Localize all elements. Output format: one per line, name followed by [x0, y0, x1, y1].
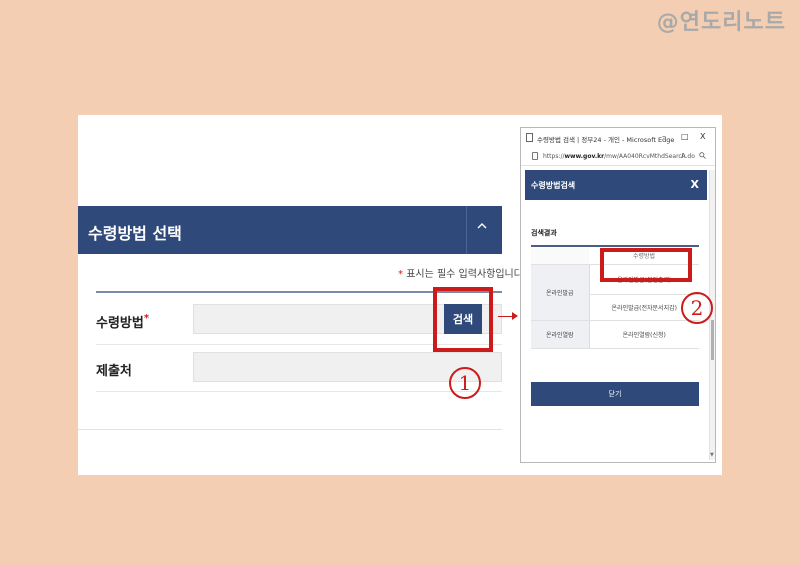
form-section-header[interactable]: 수령방법 선택 — [78, 206, 502, 254]
window-title: 수령방법 검색 | 정부24 - 개인 - Microsoft Edge — [537, 136, 675, 144]
destination-label: 제출처 — [96, 364, 132, 379]
form-bottom-border — [78, 429, 502, 430]
read-aloud-icon[interactable]: A — [681, 152, 686, 160]
url-text: https://www.gov.kr/mw/AA040RcvMthdSearch… — [543, 153, 695, 160]
required-star: * — [398, 269, 403, 280]
category-cell: 온라인발급 — [531, 264, 590, 321]
category-cell: 온라인열람 — [531, 320, 590, 349]
close-button[interactable]: 닫기 — [531, 382, 699, 406]
url-prefix: https:// — [543, 153, 565, 160]
screenshot-canvas: 수령방법 선택 * 표시는 필수 입력사항입니다. 수령방법* 제출처 검색 1… — [78, 115, 722, 475]
zoom-icon[interactable] — [699, 152, 706, 161]
url-host: www.gov.kr — [564, 153, 605, 160]
header-divider — [466, 206, 467, 254]
scroll-down-icon[interactable]: ▼ — [710, 452, 714, 458]
step-marker-1: 1 — [449, 367, 481, 399]
row-separator — [96, 391, 502, 392]
step-marker-2: 2 — [681, 292, 713, 324]
watermark: @연도리노트 — [656, 10, 786, 35]
table-row: 온라인열람 온라인열람(신청) — [531, 320, 699, 349]
close-icon[interactable]: X — [691, 178, 699, 191]
highlight-box-search — [433, 287, 493, 352]
receipt-method-label-text: 수령방법 — [96, 316, 144, 331]
scrollbar-thumb[interactable] — [711, 320, 714, 360]
receipt-method-label: 수령방법* — [96, 312, 149, 331]
window-close-button[interactable]: X — [700, 132, 705, 141]
document-icon — [526, 133, 533, 142]
required-note-text: 표시는 필수 입력사항입니다. — [406, 269, 527, 280]
address-bar[interactable]: https://www.gov.kr/mw/AA040RcvMthdSearch… — [521, 148, 715, 166]
lock-icon — [532, 152, 538, 160]
required-star: * — [143, 313, 150, 324]
table-header-blank — [531, 248, 589, 265]
popup-header: 수령방법검색 X — [525, 170, 707, 200]
highlight-box-option — [600, 248, 692, 282]
required-note: * 표시는 필수 입력사항입니다. — [398, 265, 526, 280]
popup-title: 수령방법검색 — [531, 181, 576, 190]
chevron-up-icon[interactable] — [476, 220, 488, 236]
minimize-button[interactable]: – — [662, 132, 666, 141]
arrow-icon — [512, 312, 518, 320]
form-section-title: 수령방법 선택 — [88, 224, 182, 243]
results-section-title: 검색결과 — [531, 229, 557, 237]
window-titlebar: 수령방법 검색 | 정부24 - 개인 - Microsoft Edge – □… — [521, 128, 715, 148]
maximize-button[interactable]: □ — [681, 132, 689, 141]
option-online-view[interactable]: 온라인열람(신청) — [589, 320, 699, 349]
results-section-line — [531, 245, 699, 247]
